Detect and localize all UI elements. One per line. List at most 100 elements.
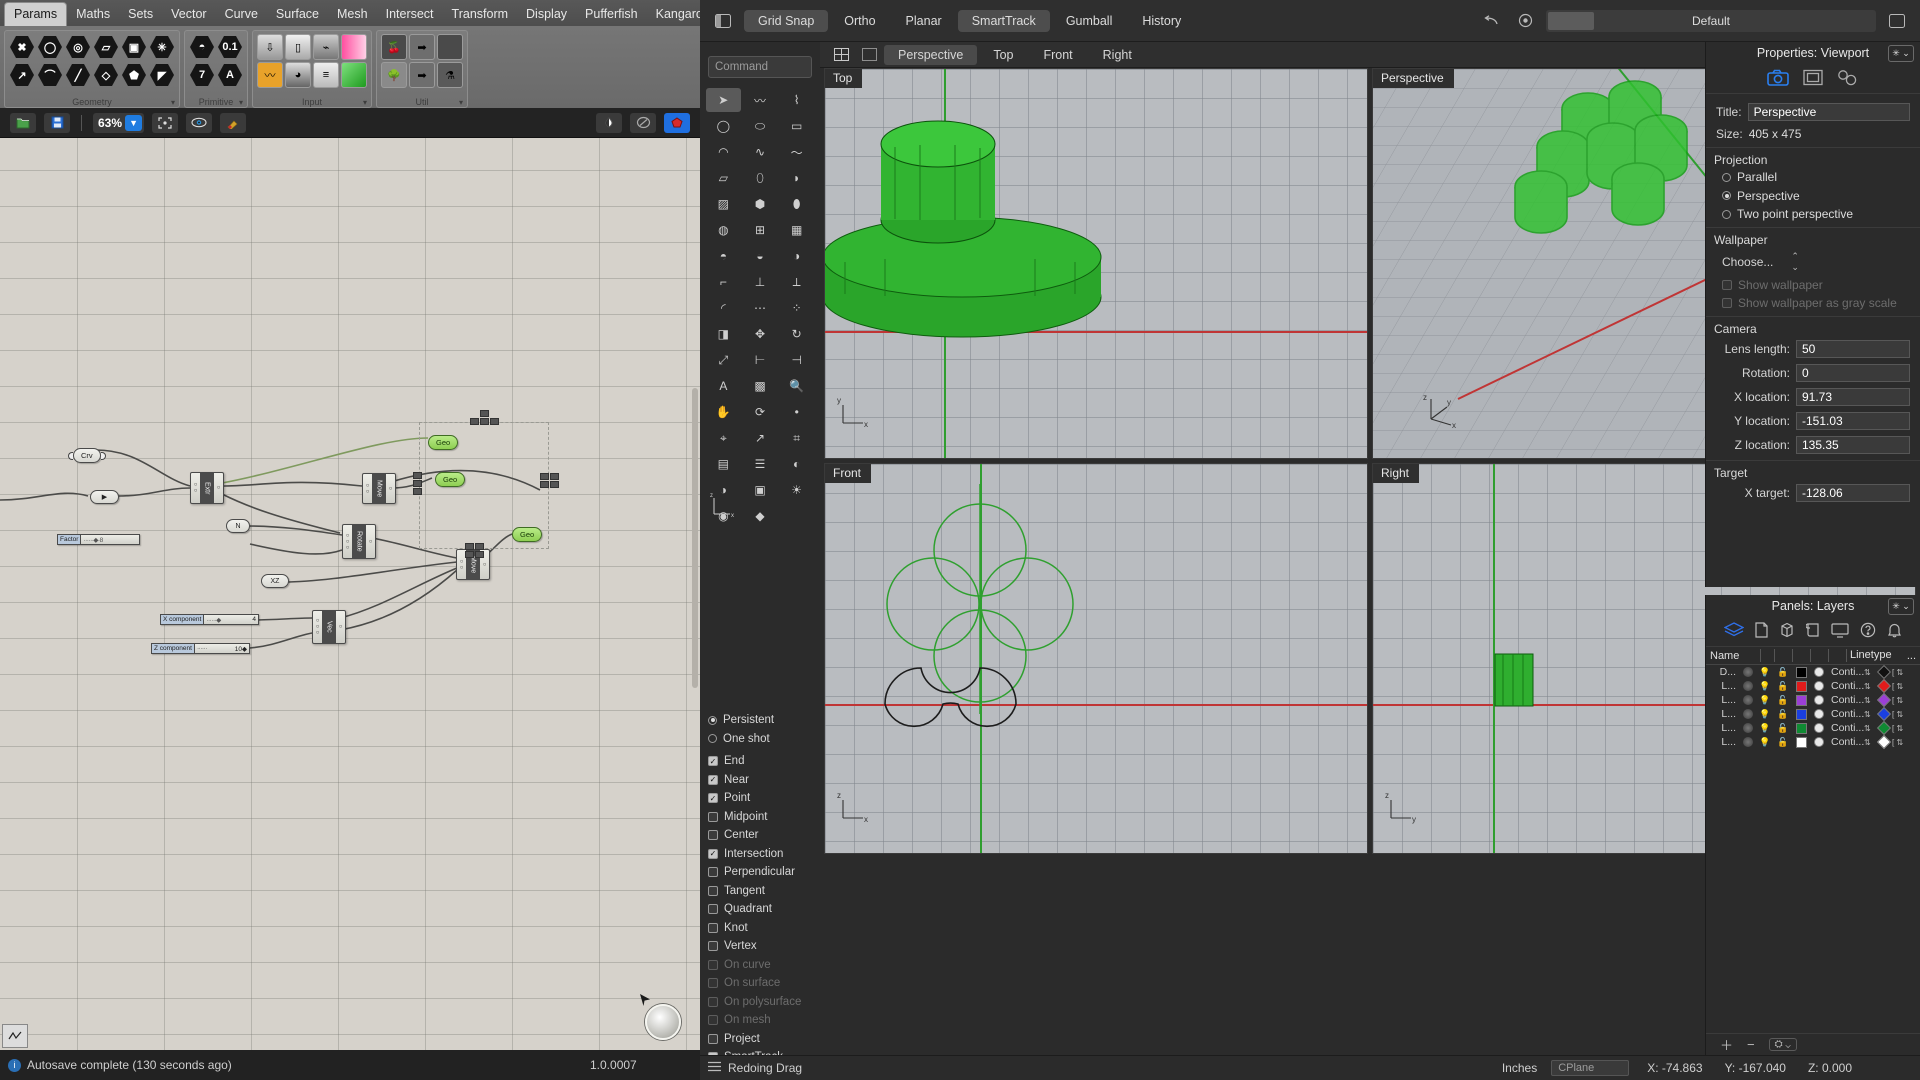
tool-palette[interactable]: ➤〰⌇◯⬭▭◠∿〜▱⬯◗▨⬢⬮◍⊞▦◓◒◑⌐⊥⟂◜⋯⁘◨✥↻⤢⊢⊣A▩🔍✋⟳•⌖… xyxy=(706,88,814,528)
projection-options[interactable]: ParallelPerspectiveTwo point perspective xyxy=(1706,168,1920,224)
layer-visibility-icon[interactable]: 💡 xyxy=(1756,709,1774,720)
print-width-stepper-icon[interactable]: [ ⇅ xyxy=(1892,668,1908,677)
osnap-near[interactable]: ✓Near xyxy=(708,771,812,790)
layer-icon[interactable]: ☰ xyxy=(743,452,778,476)
menu-icon[interactable] xyxy=(708,1061,721,1075)
bake-icon[interactable] xyxy=(664,113,690,133)
print-width-stepper-icon[interactable]: [ ⇅ xyxy=(1892,696,1908,705)
osnap-mode-persistent[interactable]: Persistent xyxy=(708,711,812,730)
units-label[interactable]: Inches xyxy=(1502,1061,1537,1075)
array-polar-icon[interactable]: ⁘ xyxy=(779,296,814,320)
right-viewport-title[interactable]: Right xyxy=(1373,464,1419,483)
linetype-stepper-icon[interactable]: ⇅ xyxy=(1864,738,1876,747)
factor-slider[interactable]: Factor ······◆·8 xyxy=(57,534,140,545)
rhino-toggle-group[interactable]: Grid SnapOrthoPlanarSmartTrackGumballHis… xyxy=(744,10,1195,32)
rotate-component[interactable]: ○○○ Rotate ○ xyxy=(342,524,376,559)
checkbox-icon[interactable] xyxy=(708,812,718,822)
layer-linetype[interactable]: Conti... xyxy=(1828,666,1864,678)
checkbox-icon[interactable] xyxy=(708,960,718,970)
linetype-stepper-icon[interactable]: ⇅ xyxy=(1864,682,1876,691)
dim-aligned-icon[interactable]: ⊣ xyxy=(779,348,814,372)
layer-color-swatch[interactable] xyxy=(1792,723,1810,734)
undo-icon[interactable] xyxy=(1478,8,1504,34)
layers-icon[interactable] xyxy=(1724,622,1744,641)
annotate-icon[interactable]: ⌖ xyxy=(706,426,741,450)
integer-param-icon[interactable]: 7 xyxy=(189,62,215,88)
grip-cluster-2[interactable] xyxy=(413,472,422,495)
chevron-down-icon[interactable]: ▼ xyxy=(125,115,142,131)
waveform-icon[interactable]: 〰 xyxy=(257,62,283,88)
rotate-view-icon[interactable]: ⟳ xyxy=(743,400,778,424)
field-value[interactable]: -151.03 xyxy=(1796,412,1910,430)
trim-icon[interactable]: ⌐ xyxy=(706,270,741,294)
pan-icon[interactable]: ✋ xyxy=(706,400,741,424)
front-viewport[interactable]: Front xyxy=(824,463,1368,854)
slider-icon[interactable]: ⇩ xyxy=(257,34,283,60)
mesh-param-icon[interactable]: ✳ xyxy=(149,34,175,60)
layer-visibility-icon[interactable]: 💡 xyxy=(1756,737,1774,748)
curve-param-icon[interactable]: ⌒ xyxy=(37,62,63,88)
layer-linetype[interactable]: Conti... xyxy=(1828,722,1864,734)
gh-tab-intersect[interactable]: Intersect xyxy=(377,3,443,26)
layer-lock-icon[interactable]: 🔓 xyxy=(1774,723,1792,734)
gh-tab-mesh[interactable]: Mesh xyxy=(328,3,377,26)
osnap-knot[interactable]: Knot xyxy=(708,919,812,938)
title-field[interactable]: Perspective xyxy=(1748,103,1910,121)
field-value[interactable]: 0 xyxy=(1796,364,1910,382)
osnap-project[interactable]: Project xyxy=(708,1030,812,1049)
osnap-intersection[interactable]: ✓Intersection xyxy=(708,845,812,864)
layer-linetype[interactable]: Conti... xyxy=(1828,680,1864,692)
boolean-split-icon[interactable]: ◑ xyxy=(779,244,814,268)
arrow-right-icon[interactable]: ➡ xyxy=(409,34,435,60)
osnap-tangent[interactable]: Tangent xyxy=(708,882,812,901)
wireframe-preview-icon[interactable] xyxy=(630,113,656,133)
radio-icon[interactable] xyxy=(708,734,717,743)
camera-icon[interactable] xyxy=(1767,69,1789,89)
layer-row[interactable]: L...💡🔓Conti...⇅[ ⇅ xyxy=(1706,693,1920,707)
zoom-extents-icon[interactable] xyxy=(152,113,178,133)
xz-param[interactable]: XZ xyxy=(261,574,289,588)
value-list-icon[interactable]: ≡ xyxy=(313,62,339,88)
gh-tab-pufferfish[interactable]: Pufferfish xyxy=(576,3,647,26)
toggle-smarttrack[interactable]: SmartTrack xyxy=(958,10,1050,32)
dim-linear-icon[interactable]: ⊢ xyxy=(743,348,778,372)
viewport-tab-front[interactable]: Front xyxy=(1029,45,1086,65)
play-param[interactable]: ▶ xyxy=(90,490,119,504)
render-preview-icon[interactable]: ◆ xyxy=(743,504,778,528)
layer-current-icon[interactable] xyxy=(1740,681,1756,691)
pipe-icon[interactable]: ◍ xyxy=(706,218,741,242)
zoom-icon[interactable]: 🔍 xyxy=(779,374,814,398)
button-icon[interactable]: ▯ xyxy=(285,34,311,60)
osnap-mode-one-shot[interactable]: One shot xyxy=(708,730,812,749)
layer-row[interactable]: L...💡🔓Conti...⇅[ ⇅ xyxy=(1706,707,1920,721)
field-value[interactable]: 50 xyxy=(1796,340,1910,358)
layer-print-color[interactable] xyxy=(1876,681,1892,691)
checkbox-icon[interactable]: ✓ xyxy=(708,793,718,803)
field-value[interactable]: -128.06 xyxy=(1796,484,1910,502)
x-param-icon[interactable]: ✖ xyxy=(9,34,35,60)
layer-color-swatch[interactable] xyxy=(1792,695,1810,706)
layer-visibility-icon[interactable]: 💡 xyxy=(1756,695,1774,706)
checkbox-icon[interactable] xyxy=(708,997,718,1007)
top-viewport-title[interactable]: Top xyxy=(825,69,862,88)
linetype-stepper-icon[interactable]: ⇅ xyxy=(1864,724,1876,733)
rhino-top-toolbar[interactable]: Grid SnapOrthoPlanarSmartTrackGumballHis… xyxy=(700,0,1920,42)
layer-color-swatch[interactable] xyxy=(1792,667,1810,678)
viewport-tab-perspective[interactable]: Perspective xyxy=(884,45,977,65)
save-file-icon[interactable] xyxy=(44,113,70,133)
linetype-stepper-icon[interactable]: ⇅ xyxy=(1864,696,1876,705)
osnap-quadrant[interactable]: Quadrant xyxy=(708,900,812,919)
revolve-icon[interactable]: ⬯ xyxy=(743,166,778,190)
layers-tab-icons[interactable] xyxy=(1706,617,1920,647)
array-icon[interactable]: ⋯ xyxy=(743,296,778,320)
surface-icon[interactable]: ▱ xyxy=(706,166,741,190)
print-width-stepper-icon[interactable]: [ ⇅ xyxy=(1892,682,1908,691)
knob-icon[interactable]: ◕ xyxy=(285,62,311,88)
checkbox-icon[interactable]: ✓ xyxy=(708,775,718,785)
osnap-point[interactable]: ✓Point xyxy=(708,789,812,808)
grip-cluster-1[interactable] xyxy=(470,410,499,425)
layer-visibility-icon[interactable]: 💡 xyxy=(1756,681,1774,692)
layer-linetype[interactable]: Conti... xyxy=(1828,736,1864,748)
checkbox-icon[interactable] xyxy=(708,830,718,840)
top-viewport[interactable]: Top xyxy=(824,68,1368,459)
